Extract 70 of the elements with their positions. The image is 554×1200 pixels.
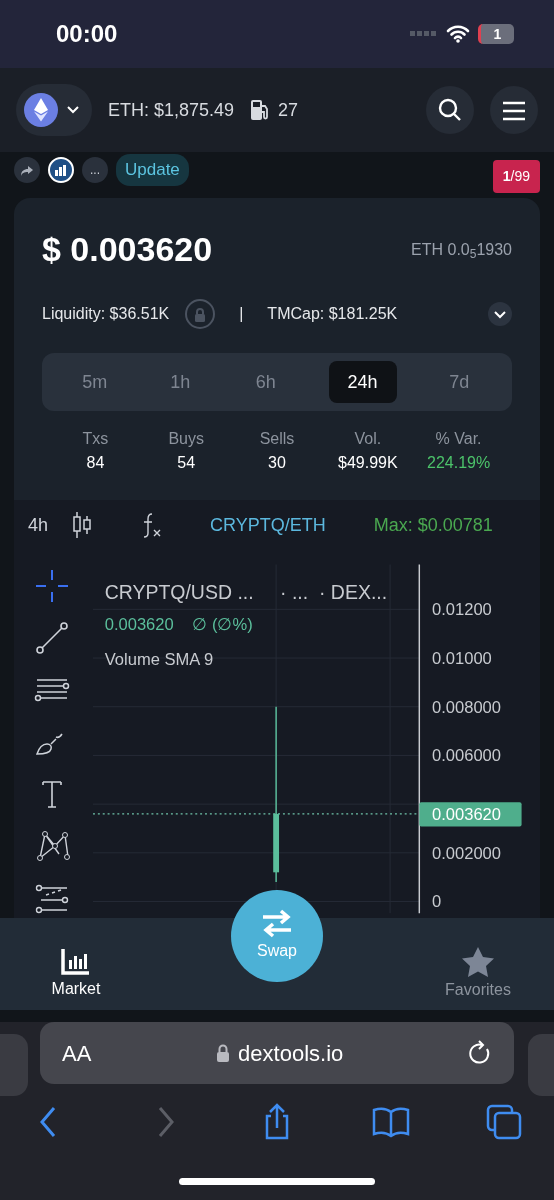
token-price: $ 0.003620: [42, 229, 213, 270]
tabs-icon[interactable]: [484, 1102, 524, 1142]
eth-token-price: ETH 0.0$_{5}$1930: [411, 239, 512, 262]
axis-label: 0.002000: [431, 843, 501, 863]
text-size-button[interactable]: AA: [62, 1036, 92, 1070]
stat-value: $49.99K: [337, 453, 399, 473]
swap-arrows-icon: [261, 909, 293, 939]
network-selector[interactable]: [16, 84, 92, 136]
menu-button[interactable]: [490, 86, 538, 134]
expand-button[interactable]: [488, 302, 512, 326]
stat-value: 54: [176, 453, 197, 473]
share-button[interactable]: [14, 157, 40, 183]
signal-icon: [410, 31, 438, 37]
market-chart-icon: [60, 946, 92, 977]
legend-interval: · ...: [279, 580, 309, 603]
candles-icon[interactable]: [72, 511, 93, 539]
legend-title: CRYPTQ/USD ...: [104, 580, 254, 603]
search-icon: [437, 97, 463, 123]
axis-label: 0.008000: [431, 697, 501, 717]
wifi-icon: [446, 25, 470, 43]
chevron-down-icon: [493, 309, 507, 320]
timeframe-tab[interactable]: 24h: [328, 361, 397, 403]
liquidity-value: Liquidity: $36.51K: [42, 304, 170, 324]
token-logo-icon: [48, 157, 74, 183]
battery-level: 1: [478, 24, 514, 44]
axis-label: 0.01200: [431, 600, 492, 620]
stat-label: % Var.: [434, 429, 483, 449]
timeframe-tab[interactable]: 7d: [416, 361, 502, 403]
gas-price: 27: [278, 98, 299, 122]
timeframe-tab[interactable]: 1h: [137, 361, 223, 403]
pair-link[interactable]: CRYPTQ/ETH: [210, 511, 326, 539]
interval-button[interactable]: 4h: [28, 511, 49, 539]
lock-icon: [216, 1044, 231, 1062]
fuel-pump-icon: [250, 99, 271, 121]
market-cap-value: TMCap: $181.25K: [267, 304, 398, 324]
ethereum-logo-icon: [24, 93, 58, 127]
lock-icon: [193, 307, 208, 322]
stat-value: 30: [267, 453, 287, 473]
eth-price: ETH: $1,875.49: [108, 98, 235, 122]
clock-time: 00:00: [56, 19, 118, 49]
axis-label: 0: [431, 892, 442, 912]
stat-value: 84: [85, 453, 106, 473]
market-tab[interactable]: Market: [16, 918, 136, 1010]
url-text[interactable]: dextools.io: [238, 1036, 344, 1070]
chevron-down-icon: [66, 105, 80, 115]
axis-label: 0.01000: [431, 648, 492, 668]
max-price: Max: $0.00781: [373, 513, 493, 537]
reload-icon[interactable]: [468, 1040, 492, 1066]
stat-label: Txs: [81, 429, 110, 449]
axis-label: 0.006000: [431, 746, 501, 766]
more-button[interactable]: ...: [82, 157, 108, 183]
legend-change: ∅ (∅%): [192, 614, 253, 634]
stat-label: Buys: [167, 429, 205, 449]
legend-exchange: · DEX...: [318, 580, 388, 603]
stat-value: 224.19%: [426, 453, 492, 473]
favorites-tab[interactable]: Favorites: [418, 918, 538, 1010]
stat-label: Vol.: [353, 429, 383, 449]
update-button[interactable]: Update: [116, 154, 189, 186]
counter-badge: 1/99: [492, 160, 540, 193]
legend-price: 0.003620: [104, 614, 174, 634]
menu-icon: [502, 100, 526, 121]
star-icon: [461, 945, 495, 978]
timeframe-tab[interactable]: 5m: [52, 361, 138, 403]
share-arrow-icon: [20, 164, 34, 177]
current-price-label: 0.003620: [419, 802, 522, 827]
indicator-label: Volume SMA 9: [104, 649, 214, 669]
timeframe-tab[interactable]: 6h: [223, 361, 309, 403]
stat-label: Sells: [258, 429, 296, 449]
search-button[interactable]: [426, 86, 474, 134]
separator: |: [239, 304, 244, 324]
